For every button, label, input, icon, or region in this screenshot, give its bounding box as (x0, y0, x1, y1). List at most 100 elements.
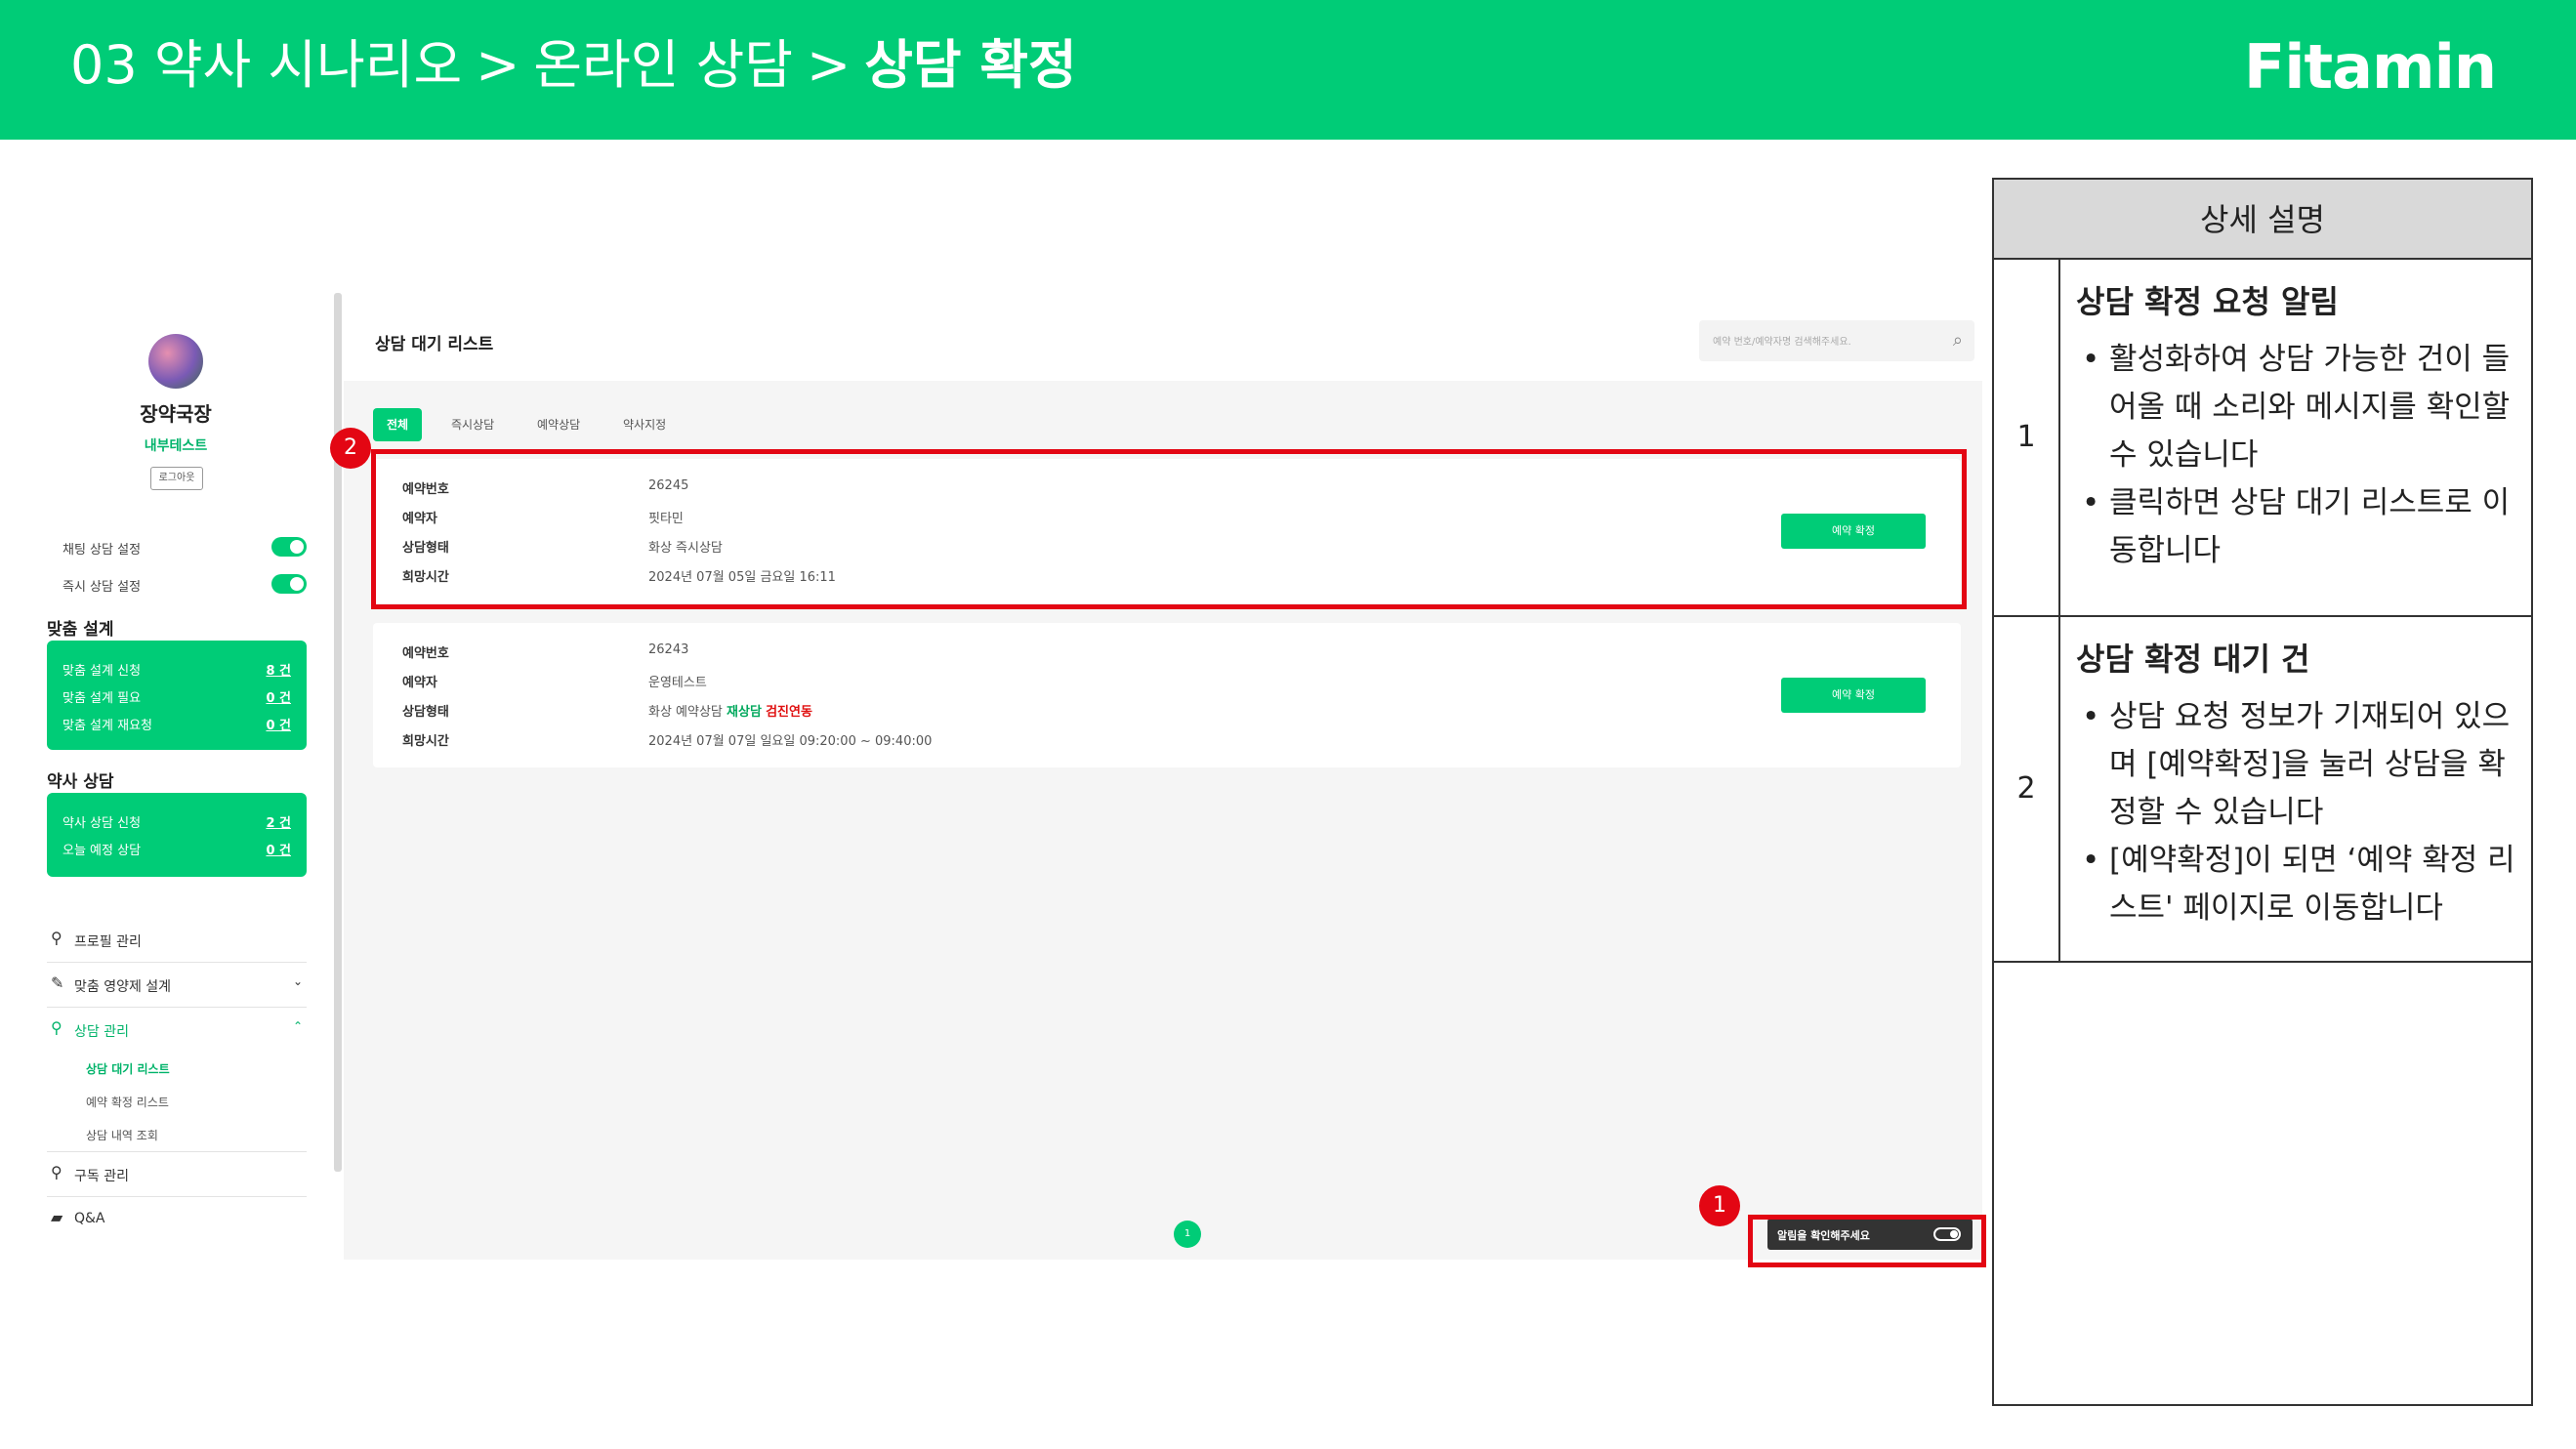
chevron-down-icon: ⌄ (292, 974, 303, 988)
bullet-item: [예약확정]이 되면 ‘예약 확정 리스트' 페이지로 이동합니다 (2076, 837, 2515, 932)
tab-all[interactable]: 전체 (373, 408, 423, 441)
sidebar-item-label: Q&A (74, 1211, 105, 1226)
sidebar-item-qna[interactable]: ▰ Q&A (47, 1197, 307, 1242)
sidebar-scrollbar[interactable] (334, 293, 342, 1172)
field-label: 예약자 (402, 676, 437, 690)
sidebar-item-profile[interactable]: ⚲ 프로필 관리 (47, 918, 307, 963)
search-input[interactable]: 예약 번호/예약자명 검색해주세요. ⌕ (1699, 320, 1974, 361)
row-body: 상담 확정 대기 건 상담 요청 정보가 기재되어 있으며 [예약확정]을 눌러… (2076, 635, 2515, 932)
custom-design-summary: 맞춤 설계 신청 8 건 맞춤 설계 필요 0 건 맞춤 설계 재요청 0 건 (47, 641, 307, 750)
summary-label: 맞춤 설계 재요청 (62, 719, 152, 733)
toggle-label: 즉시 상담 설정 (62, 580, 142, 595)
consult-type: 화상 예약상담 재상담 검진연동 (648, 701, 812, 720)
bullet-list: 활성화하여 상담 가능한 건이 들어올 때 소리와 메시지를 확인할 수 있습니… (2076, 336, 2515, 575)
header-bar: 03 약사 시나리오 > 온라인 상담 > 상담 확정 Fitamin (0, 0, 2576, 140)
description-header: 상세 설명 (1994, 180, 2531, 260)
tab-reservation[interactable]: 예약상담 (537, 408, 580, 441)
row-number: 1 (1994, 260, 2060, 615)
pharm-consult-summary: 약사 상담 신청 2 건 오늘 예정 상담 0 건 (47, 793, 307, 877)
description-table: 상세 설명 1 상담 확정 요청 알림 활성화하여 상담 가능한 건이 들어올 … (1992, 178, 2533, 1406)
sidebar-subitem-waiting-list[interactable]: 상담 대기 리스트 (47, 1053, 307, 1086)
description-row: 2 상담 확정 대기 건 상담 요청 정보가 기재되어 있으며 [예약확정]을 … (1994, 617, 2531, 963)
instant-consult-toggle[interactable] (271, 574, 307, 594)
breadcrumb-online-consult: 온라인 상담 (533, 34, 793, 96)
logout-button[interactable]: 로그아웃 (150, 467, 203, 490)
breadcrumb-scenario: 03 약사 시나리오 (70, 34, 463, 96)
app-screenshot: 장약국장 내부테스트 로그아웃 채팅 상담 설정 즉시 상담 설정 맞춤 설계 … (39, 293, 1986, 1269)
summary-count: 8 건 (266, 664, 291, 679)
sidebar-item-consult[interactable]: ⚲ 상담 관리 ⌃ (47, 1008, 307, 1053)
summary-count: 0 건 (266, 719, 291, 733)
main-topbar: 상담 대기 리스트 예약 번호/예약자명 검색해주세요. ⌕ (344, 293, 1982, 381)
summary-row[interactable]: 맞춤 설계 필요 0 건 (47, 682, 307, 709)
sidebar-subitem-confirmed-list[interactable]: 예약 확정 리스트 (47, 1086, 307, 1119)
summary-count: 0 건 (266, 844, 291, 858)
user-icon: ⚲ (51, 929, 62, 947)
sidebar-item-subscription[interactable]: ⚲ 구독 관리 (47, 1152, 307, 1197)
row-title: 상담 확정 대기 건 (2076, 641, 2310, 678)
main-panel: 상담 대기 리스트 예약 번호/예약자명 검색해주세요. ⌕ 전체 즉시상담 예… (344, 293, 1982, 1260)
search-icon[interactable]: ⌕ (1953, 330, 1963, 351)
avatar (148, 334, 203, 389)
highlight-box-1 (1748, 1215, 1986, 1267)
custom-design-title: 맞춤 설계 (47, 620, 114, 640)
field-label: 상담형태 (402, 705, 449, 720)
breadcrumb: 03 약사 시나리오 > 온라인 상담 > 상담 확정 (70, 31, 1077, 100)
breadcrumb-separator: > (476, 34, 520, 96)
bullet-list: 상담 요청 정보가 기재되어 있으며 [예약확정]을 눌러 상담을 확정할 수 … (2076, 693, 2515, 932)
pencil-icon: ✎ (51, 973, 64, 992)
pharm-consult-title: 약사 상담 (47, 772, 114, 792)
sidebar-item-label: 맞춤 영양제 설계 (74, 979, 172, 995)
user-icon: ⚲ (51, 1163, 62, 1181)
bullet-item: 상담 요청 정보가 기재되어 있으며 [예약확정]을 눌러 상담을 확정할 수 … (2076, 693, 2515, 837)
description-row: 1 상담 확정 요청 알림 활성화하여 상담 가능한 건이 들어올 때 소리와 … (1994, 260, 2531, 617)
instant-consult-setting: 즉시 상담 설정 (62, 572, 307, 598)
summary-label: 맞춤 설계 필요 (62, 691, 142, 706)
tab-pharmacist[interactable]: 약사지정 (623, 408, 666, 441)
user-name: 장약국장 (140, 402, 212, 426)
sidebar-item-label: 상담 관리 (74, 1024, 129, 1040)
marker-2: 2 (330, 428, 371, 469)
brand-logo: Fitamin (2243, 31, 2497, 103)
consult-card: 예약번호 26243 예약자 운영테스트 상담형태 화상 예약상담 재상담 검진… (373, 623, 1961, 767)
checkup-link-tag: 검진연동 (766, 705, 812, 720)
page-title: 상담 대기 리스트 (375, 335, 494, 354)
summary-label: 맞춤 설계 신청 (62, 664, 142, 679)
summary-count: 2 건 (266, 816, 291, 831)
row-body: 상담 확정 요청 알림 활성화하여 상담 가능한 건이 들어올 때 소리와 메시… (2076, 277, 2515, 575)
consult-type-text: 화상 예약상담 (648, 705, 723, 720)
slide: 03 약사 시나리오 > 온라인 상담 > 상담 확정 Fitamin 장약국장 내부테… (0, 0, 2576, 1449)
field-label: 희망시간 (402, 734, 449, 749)
search-placeholder: 예약 번호/예약자명 검색해주세요. (1713, 337, 1851, 348)
sidebar-item-label: 프로필 관리 (74, 934, 142, 950)
sidebar-item-design[interactable]: ✎ 맞춤 영양제 설계 ⌄ (47, 963, 307, 1008)
toggle-label: 채팅 상담 설정 (62, 543, 142, 558)
sidebar-item-label: 구독 관리 (74, 1169, 129, 1184)
page-button[interactable]: 1 (1174, 1221, 1201, 1248)
marker-1: 1 (1699, 1185, 1740, 1226)
reservation-number: 26243 (648, 642, 689, 657)
summary-label: 약사 상담 신청 (62, 816, 142, 831)
summary-row[interactable]: 약사 상담 신청 2 건 (47, 807, 307, 834)
row-number: 2 (1994, 617, 2060, 961)
summary-row[interactable]: 맞춤 설계 신청 8 건 (47, 654, 307, 682)
user-subtitle: 내부테스트 (144, 438, 208, 454)
summary-row[interactable]: 오늘 예정 상담 0 건 (47, 834, 307, 861)
reserver-name: 운영테스트 (648, 676, 707, 690)
sidebar-subitem-history[interactable]: 상담 내역 조회 (47, 1119, 307, 1152)
chevron-up-icon: ⌃ (292, 1019, 303, 1033)
chat-consult-setting: 채팅 상담 설정 (62, 535, 307, 560)
user-icon: ⚲ (51, 1018, 62, 1037)
summary-count: 0 건 (266, 691, 291, 706)
chat-consult-toggle[interactable] (271, 537, 307, 557)
reconsult-tag: 재상담 (727, 705, 762, 720)
desired-time: 2024년 07월 07일 일요일 09:20:00 ~ 09:40:00 (648, 734, 933, 749)
summary-row[interactable]: 맞춤 설계 재요청 0 건 (47, 709, 307, 736)
bullet-item: 활성화하여 상담 가능한 건이 들어올 때 소리와 메시지를 확인할 수 있습니… (2076, 336, 2515, 479)
sidebar: 장약국장 내부테스트 로그아웃 채팅 상담 설정 즉시 상담 설정 맞춤 설계 … (39, 293, 312, 1269)
row-title: 상담 확정 요청 알림 (2076, 283, 2339, 320)
tab-instant[interactable]: 즉시상담 (451, 408, 494, 441)
confirm-reservation-button[interactable]: 예약 확정 (1781, 678, 1926, 713)
summary-label: 오늘 예정 상담 (62, 844, 142, 858)
sidebar-nav: ⚲ 프로필 관리 ✎ 맞춤 영양제 설계 ⌄ ⚲ 상담 관리 ⌃ 상담 대기 리… (47, 918, 307, 1242)
